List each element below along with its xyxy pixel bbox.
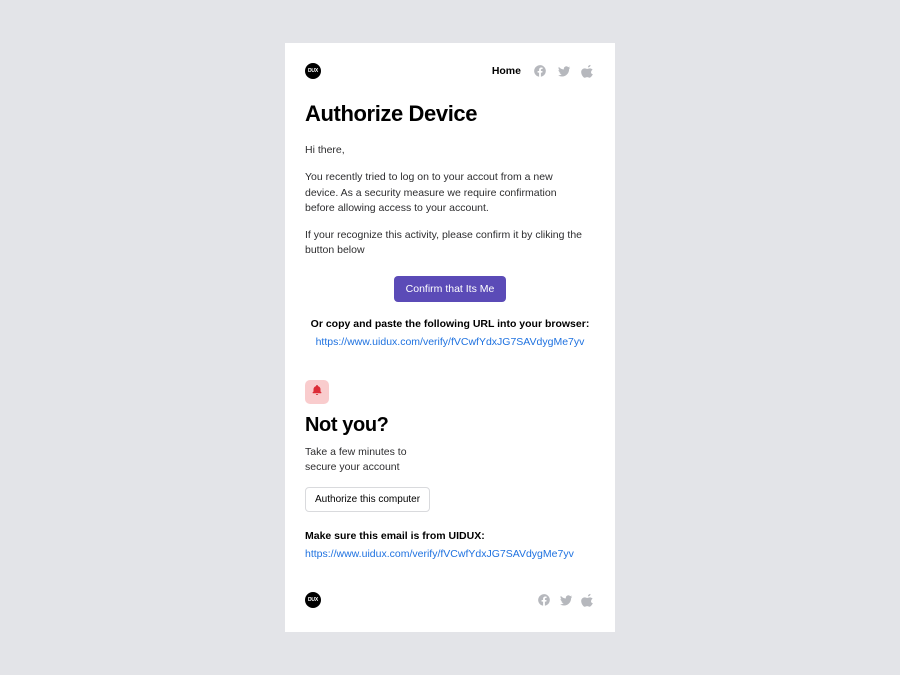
bell-icon (311, 383, 323, 401)
greeting-text: Hi there, (305, 143, 595, 158)
page-title: Authorize Device (305, 101, 595, 127)
email-card: DUX Home Authorize Device Hi there, You … (285, 43, 615, 632)
twitter-icon[interactable] (557, 64, 571, 78)
url-instruction-label: Or copy and paste the following URL into… (305, 318, 595, 330)
authorize-computer-button[interactable]: Authorize this computer (305, 487, 430, 512)
twitter-icon[interactable] (559, 593, 573, 607)
facebook-icon[interactable] (537, 593, 551, 607)
confirm-button[interactable]: Confirm that Its Me (394, 276, 507, 302)
not-you-copy: Take a few minutes to secure your accoun… (305, 445, 435, 474)
facebook-icon[interactable] (533, 64, 547, 78)
confirm-prompt: If your recognize this activity, please … (305, 228, 595, 258)
verify-source-url[interactable]: https://www.uidux.com/verify/fVCwfYdxJG7… (305, 548, 574, 560)
header: DUX Home (305, 63, 595, 79)
apple-icon[interactable] (581, 64, 595, 78)
verify-source-label: Make sure this email is from UIDUX: (305, 530, 595, 542)
footer-social-icons (537, 593, 595, 607)
not-you-title: Not you? (305, 414, 595, 437)
intro-paragraph: You recently tried to log on to your acc… (305, 170, 587, 216)
header-nav: Home (492, 64, 595, 78)
verify-block: Make sure this email is from UIDUX: http… (305, 530, 595, 562)
alert-icon-tile (305, 380, 329, 404)
url-block: Or copy and paste the following URL into… (305, 318, 595, 350)
brand-logo: DUX (305, 63, 321, 79)
footer: DUX (305, 592, 595, 608)
verify-url-link[interactable]: https://www.uidux.com/verify/fVCwfYdxJG7… (316, 336, 585, 348)
home-link[interactable]: Home (492, 65, 521, 77)
cta-row: Confirm that Its Me (305, 276, 595, 302)
footer-brand-logo: DUX (305, 592, 321, 608)
apple-icon[interactable] (581, 593, 595, 607)
